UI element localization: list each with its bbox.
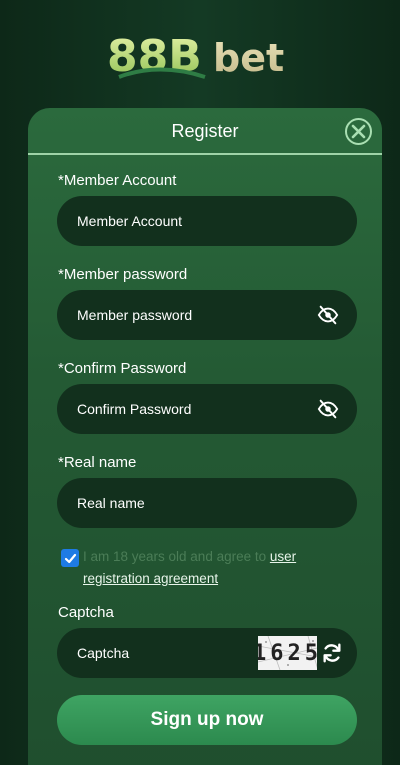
- confirm-visibility-toggle[interactable]: [317, 398, 339, 420]
- sign-up-button[interactable]: Sign up now: [57, 695, 357, 745]
- realname-input[interactable]: [57, 478, 357, 528]
- password-visibility-toggle[interactable]: [317, 304, 339, 326]
- logo-text-part2: bet: [213, 36, 284, 80]
- refresh-icon: [323, 643, 341, 663]
- confirm-field: [57, 384, 357, 434]
- account-input[interactable]: [57, 196, 357, 246]
- agreement-text: I am 18 years old and agree to user regi…: [83, 546, 343, 590]
- captcha-label: Captcha: [58, 604, 114, 621]
- logo-graphic: 88B bet: [107, 31, 284, 82]
- account-field: [57, 196, 357, 246]
- agreement-text-body: I am 18 years old and agree to: [83, 549, 270, 564]
- eye-off-icon: [317, 399, 339, 419]
- realname-field: [57, 478, 357, 528]
- title-divider: [28, 153, 382, 155]
- confirm-label: *Confirm Password: [58, 360, 187, 377]
- captcha-field: 1625: [57, 628, 357, 678]
- captcha-code: 1625: [258, 640, 317, 666]
- captcha-image[interactable]: 1625: [258, 636, 317, 670]
- check-icon: [64, 553, 76, 563]
- realname-label: *Real name: [58, 454, 137, 471]
- eye-off-icon: [317, 305, 339, 325]
- confirm-input[interactable]: [57, 384, 317, 434]
- register-page: 88B bet Register *Member Account *Member…: [0, 0, 400, 765]
- captcha-refresh-button[interactable]: [321, 641, 343, 665]
- agreement-checkbox[interactable]: [61, 549, 79, 567]
- register-panel: Register *Member Account *Member passwor…: [28, 108, 382, 765]
- panel-title: Register: [171, 120, 239, 141]
- password-label: *Member password: [58, 266, 188, 283]
- close-icon: [351, 124, 366, 139]
- password-input[interactable]: [57, 290, 317, 340]
- password-field: [57, 290, 357, 340]
- account-label: *Member Account: [58, 172, 177, 189]
- close-button[interactable]: [345, 118, 372, 145]
- brand-logo: 88B bet: [0, 26, 400, 88]
- captcha-input[interactable]: [57, 628, 258, 678]
